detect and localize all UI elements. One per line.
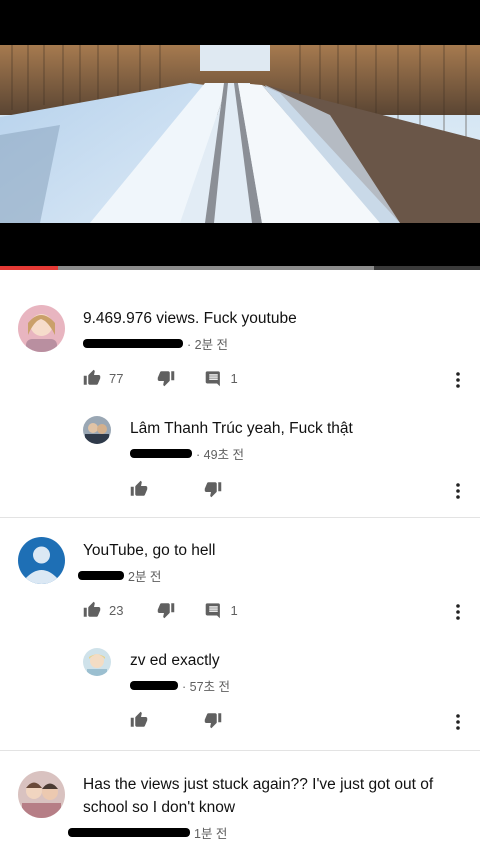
replies-button[interactable]: 1 [205,370,238,387]
reply-time: · 49초 전 [196,448,245,462]
thumbs-down-icon [204,713,222,729]
like-count: 23 [109,602,124,618]
more-options-button[interactable] [452,370,464,390]
comment-text: 9.469.976 views. Fuck youtube [83,310,297,327]
thumbs-down-icon [158,603,175,619]
reply-actions [130,711,222,729]
reply-count: 1 [230,370,238,386]
comment-thread: YouTube, go to hell 2분 전 23 1 zv ed exac… [0,518,480,751]
dislike-button[interactable] [157,369,175,387]
like-button[interactable]: 77 [83,369,123,387]
redacted-username [83,339,183,348]
reply-text: Lâm Thanh Trúc yeah, Fuck thật [130,420,353,437]
reply-meta: · 49초 전 [130,444,244,463]
comment-time: · 2분 전 [187,338,229,352]
more-vert-icon [456,604,460,620]
comment-text: YouTube, go to hell [83,542,216,559]
reply-count: 1 [230,602,238,618]
comment-time: 1분 전 [194,827,228,841]
thumbs-up-icon [83,601,101,617]
comment-text: Has the views just stuck again?? I've ju… [83,776,434,816]
comment-meta: 2분 전 [78,566,161,585]
light-portrait-avatar[interactable] [83,648,111,676]
more-vert-icon [456,483,460,499]
dislike-button[interactable] [157,601,175,619]
redacted-username [78,571,124,580]
like-button[interactable] [130,480,148,498]
comment-actions: 77 1 [83,369,238,387]
comment-meta: 1분 전 [68,823,227,842]
comment-time: 2분 전 [128,570,162,584]
reply-text: zv ed exactly [130,652,220,669]
thumbs-up-icon [130,711,148,727]
thumbs-down-icon [158,371,175,387]
thumbs-down-icon [204,482,222,498]
default-person-avatar[interactable] [18,537,65,584]
comment-icon [206,602,221,618]
redacted-username [130,681,178,690]
pink-portrait-avatar[interactable] [18,305,65,352]
like-count: 77 [109,370,124,386]
replies-button[interactable]: 1 [205,602,238,619]
comment-thread: 9.469.976 views. Fuck youtube · 2분 전 77 … [0,270,480,518]
more-vert-icon [456,714,460,730]
dislike-button[interactable] [204,711,222,729]
comment-meta: · 2분 전 [83,334,228,353]
video-frame-snowy-railway[interactable] [0,45,480,223]
more-options-button[interactable] [452,481,464,501]
redacted-username [68,828,190,837]
thumbs-up-icon [130,480,148,496]
couple-photo-avatar[interactable] [18,771,65,818]
more-options-button[interactable] [452,712,464,732]
comment-thread: Has the views just stuck again?? I've ju… [0,751,480,853]
dislike-button[interactable] [204,480,222,498]
reply-time: · 57초 전 [182,680,231,694]
like-button[interactable]: 23 [83,601,123,619]
group-photo-avatar[interactable] [83,416,111,444]
more-options-button[interactable] [452,602,464,622]
comments-section: 9.469.976 views. Fuck youtube · 2분 전 77 … [0,270,480,853]
redacted-username [130,449,192,458]
comment-icon [206,370,221,386]
like-button[interactable] [130,711,148,729]
video-player[interactable] [0,0,480,270]
video-thumbnail-image [0,45,480,223]
reply-actions [130,480,222,498]
more-vert-icon [456,372,460,388]
comment-actions: 23 1 [83,601,238,619]
reply-meta: · 57초 전 [130,676,230,695]
thumbs-up-icon [83,369,101,385]
